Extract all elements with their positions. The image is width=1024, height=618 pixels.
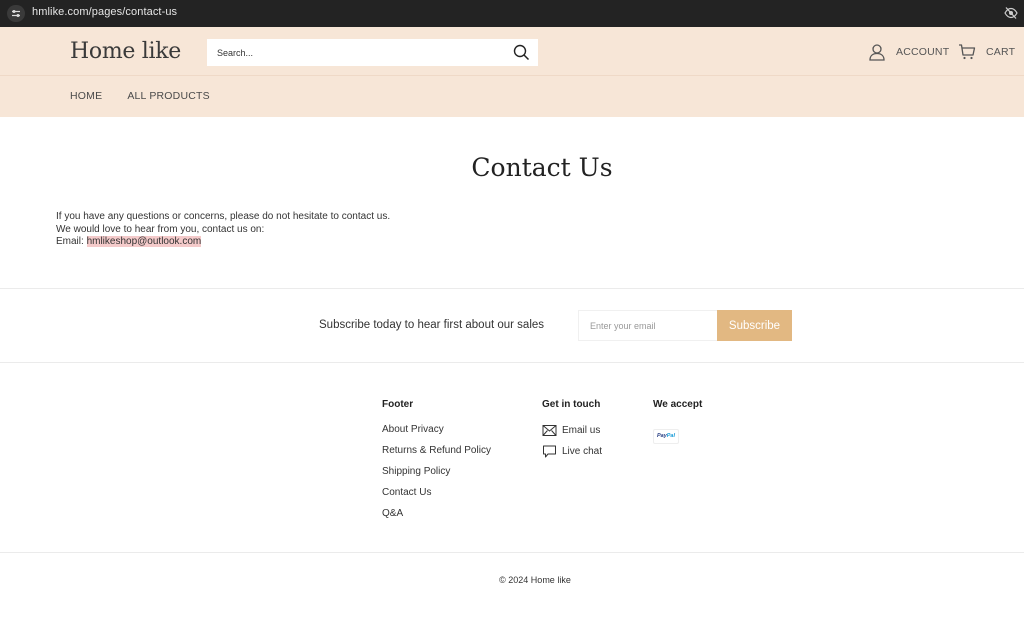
live-chat-link[interactable]: Live chat xyxy=(542,445,602,458)
account-link[interactable]: ACCOUNT xyxy=(868,43,949,61)
email-us-link[interactable]: Email us xyxy=(542,424,600,437)
mail-icon xyxy=(542,425,557,436)
footer-heading: We accept xyxy=(653,399,703,410)
email-link[interactable]: hmlikeshop@outlook.com xyxy=(86,236,202,247)
footer-column-contact: Get in touch Email us Live chat xyxy=(542,399,602,466)
email-line: Email: hmlikeshop@outlook.com xyxy=(56,236,390,249)
divider xyxy=(0,362,1024,363)
eye-off-icon[interactable] xyxy=(1004,6,1018,20)
footer-link-about-privacy[interactable]: About Privacy xyxy=(382,424,444,436)
cart-link[interactable]: CART xyxy=(958,43,1015,61)
footer-column-payment: We accept PayPal xyxy=(653,399,702,444)
subscribe-email-input[interactable] xyxy=(578,310,717,341)
chat-icon xyxy=(543,445,556,458)
footer-link-returns-refund[interactable]: Returns & Refund Policy xyxy=(382,445,491,457)
account-label: ACCOUNT xyxy=(896,46,950,58)
contact-text: If you have any questions or concerns, p… xyxy=(56,211,390,249)
footer-link-shipping-policy[interactable]: Shipping Policy xyxy=(382,466,450,478)
browser-address-bar: hmlike.com/pages/contact-us xyxy=(0,0,1024,27)
copyright-text: © 2024 Home like xyxy=(499,575,571,585)
url-text[interactable]: hmlike.com/pages/contact-us xyxy=(32,6,177,18)
search-icon[interactable] xyxy=(513,44,530,61)
subscribe-button[interactable]: Subscribe xyxy=(717,310,792,341)
nav-item-all-products[interactable]: ALL PRODUCTS xyxy=(127,90,210,102)
paypal-icon: PayPal xyxy=(653,429,679,444)
divider xyxy=(0,552,1024,553)
site-header: Home like ACCOUNT CART HOME ALL xyxy=(0,27,1024,117)
footer-heading: Footer xyxy=(382,399,414,410)
cart-icon xyxy=(959,44,976,60)
divider xyxy=(0,288,1024,289)
subscribe-text: Subscribe today to hear first about our … xyxy=(319,319,545,331)
footer-link-contact-us[interactable]: Contact Us xyxy=(382,487,431,499)
site-logo[interactable]: Home like xyxy=(70,39,181,64)
main-nav: HOME ALL PRODUCTS xyxy=(70,90,210,102)
footer-heading: Get in touch xyxy=(542,399,601,410)
nav-item-home[interactable]: HOME xyxy=(70,90,102,102)
contact-line: If you have any questions or concerns, p… xyxy=(56,211,391,222)
live-chat-label: Live chat xyxy=(562,445,603,457)
page-title: Contact Us xyxy=(471,153,613,182)
search-input[interactable] xyxy=(207,39,507,66)
user-icon xyxy=(869,44,885,61)
site-settings-icon[interactable] xyxy=(7,5,25,22)
footer-link-qa[interactable]: Q&A xyxy=(382,508,403,520)
footer-column-links: Footer About Privacy Returns & Refund Po… xyxy=(382,399,491,529)
email-us-label: Email us xyxy=(562,424,601,436)
header-top-bar: Home like ACCOUNT CART xyxy=(0,27,1024,76)
search-box xyxy=(207,39,538,66)
email-label: Email: xyxy=(56,236,87,247)
cart-label: CART xyxy=(986,46,1016,58)
contact-line: We would love to hear from you, contact … xyxy=(56,223,265,235)
